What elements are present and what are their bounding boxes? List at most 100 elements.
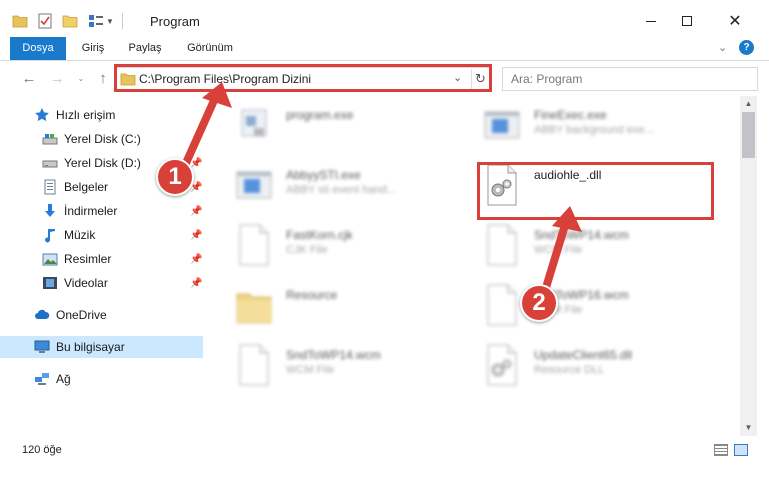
recent-locations-button[interactable]: ⌄ <box>72 70 90 88</box>
scroll-up-icon[interactable]: ▲ <box>740 96 757 112</box>
scrollbar-thumb[interactable] <box>742 112 755 158</box>
download-icon <box>42 203 58 219</box>
search-input[interactable]: Ara: Program <box>511 72 582 86</box>
music-icon <box>42 227 58 243</box>
pin-icon[interactable]: 📌 <box>190 158 202 169</box>
file-description: CJK File <box>286 244 328 256</box>
explorer-window: ▼ Program ✕ Dosya Giriş Paylaş Görünüm ⌄… <box>0 0 769 478</box>
vertical-scrollbar[interactable]: ▲ ▼ <box>740 96 757 436</box>
pin-icon[interactable]: 📌 <box>190 206 202 217</box>
up-button[interactable]: ↑ <box>94 70 112 88</box>
file-name: UpdateClient65.dll <box>534 348 633 362</box>
sidebar-item-resimler[interactable]: Resimler 📌 <box>0 248 203 270</box>
quick-access-toolbar: ▼ <box>12 10 123 32</box>
pin-icon[interactable]: 📌 <box>190 230 202 241</box>
forward-button[interactable]: → <box>48 70 66 88</box>
file-name: FineExec.exe <box>534 108 607 122</box>
file-list: program.exe FineExec.exe ABBY background… <box>206 96 740 436</box>
navigation-pane: Hızlı erişim Yerel Disk (C:) Yerel Disk … <box>0 96 206 436</box>
sidebar-item-label: Resimler <box>64 252 112 266</box>
tab-gorunum[interactable]: Görünüm <box>180 37 240 60</box>
separator <box>121 13 123 29</box>
help-icon[interactable]: ? <box>739 40 754 55</box>
close-button[interactable]: ✕ <box>712 8 758 34</box>
chevron-down-icon[interactable]: ▼ <box>106 17 114 26</box>
film-icon <box>42 275 58 291</box>
minimize-icon <box>646 20 656 22</box>
sidebar-item-label: İndirmeler <box>64 204 118 218</box>
sidebar-item-label: Yerel Disk (C:) <box>64 132 141 146</box>
file-item[interactable]: FineExec.exe ABBY background exe... <box>484 100 724 150</box>
sidebar-item-bu-bilgisayar[interactable]: Bu bilgisayar <box>0 336 203 358</box>
file-name: SndToWP14.wcm <box>286 348 381 362</box>
file-name: Resource <box>286 288 338 302</box>
title-bar: ▼ Program ✕ <box>0 0 769 40</box>
sidebar-item-muzik[interactable]: Müzik 📌 <box>0 224 203 246</box>
app-window-icon <box>236 171 272 199</box>
back-button[interactable]: ← <box>20 70 38 88</box>
blank-file-icon <box>239 344 269 386</box>
step-badge-2: 2 <box>520 284 558 322</box>
search-box[interactable]: Ara: Program <box>502 67 758 91</box>
file-description: ABBY background exe... <box>534 124 654 136</box>
folder-icon <box>236 293 272 324</box>
expand-ribbon-icon[interactable]: ⌄ <box>718 41 727 54</box>
pin-icon[interactable]: 📌 <box>190 278 202 289</box>
sidebar-item-label: Yerel Disk (D:) <box>64 156 141 170</box>
ribbon-tabs: Dosya Giriş Paylaş Görünüm ⌄ ? <box>0 37 769 61</box>
pictures-icon <box>42 251 58 267</box>
file-item[interactable]: SndToWP14.wcm WCM File <box>236 340 476 390</box>
sidebar-item-label: Videolar <box>64 276 108 290</box>
file-description: Resource DLL <box>534 364 605 376</box>
tab-giris[interactable]: Giriş <box>70 37 116 60</box>
sidebar-item-yerel-disk-c[interactable]: Yerel Disk (C:) <box>0 128 203 150</box>
large-icons-view-icon[interactable] <box>734 444 748 456</box>
file-name: program.exe <box>286 108 354 122</box>
blank-file-icon <box>487 224 517 266</box>
app-window-icon <box>484 111 520 139</box>
drive-icon <box>42 155 58 171</box>
drive-icon <box>42 131 58 147</box>
file-name: AbbyySTI.exe <box>286 168 361 182</box>
file-item[interactable]: FastKorn.cjk CJK File <box>236 220 476 270</box>
item-count: 120 öğe <box>22 444 62 456</box>
sidebar-item-hizli-erisim[interactable]: Hızlı erişim <box>0 104 203 126</box>
file-item[interactable]: Resource <box>236 280 476 330</box>
file-item[interactable]: program.exe <box>236 100 476 150</box>
status-bar: 120 öğe <box>0 436 769 468</box>
sidebar-item-label: Müzik <box>64 228 96 242</box>
file-description: WCM File <box>534 244 583 256</box>
file-item[interactable]: AbbyySTI.exe ABBY sti event hand... <box>236 160 476 210</box>
document-icon <box>42 179 58 195</box>
computer-icon <box>34 339 50 355</box>
highlight-dll-file <box>477 162 714 220</box>
cloud-icon <box>34 307 50 323</box>
details-view-icon[interactable] <box>714 444 728 456</box>
file-item[interactable]: SndToWP14.wcm WCM File <box>484 220 724 270</box>
maximize-button[interactable] <box>664 8 710 34</box>
highlight-address-bar <box>114 64 492 92</box>
scroll-down-icon[interactable]: ▼ <box>740 420 757 436</box>
properties-icon[interactable] <box>38 13 52 29</box>
pin-icon[interactable]: 📌 <box>190 254 202 265</box>
file-description: WCM File <box>286 364 335 376</box>
step-badge-1: 1 <box>156 158 194 196</box>
view-options-icon[interactable] <box>88 14 104 28</box>
sidebar-item-onedrive[interactable]: OneDrive <box>0 304 203 326</box>
sidebar-item-label: OneDrive <box>56 308 107 322</box>
new-folder-icon[interactable] <box>62 14 78 28</box>
blank-file-icon <box>239 224 269 266</box>
sidebar-item-ag[interactable]: Ağ <box>0 368 203 390</box>
sidebar-item-indirmeler[interactable]: İndirmeler 📌 <box>0 200 203 222</box>
folder-icon <box>12 15 28 28</box>
tab-dosya[interactable]: Dosya <box>10 37 66 60</box>
file-item[interactable]: UpdateClient65.dll Resource DLL <box>484 340 724 390</box>
sidebar-item-videolar[interactable]: Videolar 📌 <box>0 272 203 294</box>
dll-gear-icon <box>487 344 517 386</box>
tab-paylas[interactable]: Paylaş <box>120 37 170 60</box>
file-name: SndToWP14.wcm <box>534 228 629 242</box>
sidebar-item-label: Hızlı erişim <box>56 108 116 122</box>
sidebar-item-label: Ağ <box>56 372 71 386</box>
sidebar-item-label: Bu bilgisayar <box>56 340 125 354</box>
file-name: FastKorn.cjk <box>286 228 353 242</box>
